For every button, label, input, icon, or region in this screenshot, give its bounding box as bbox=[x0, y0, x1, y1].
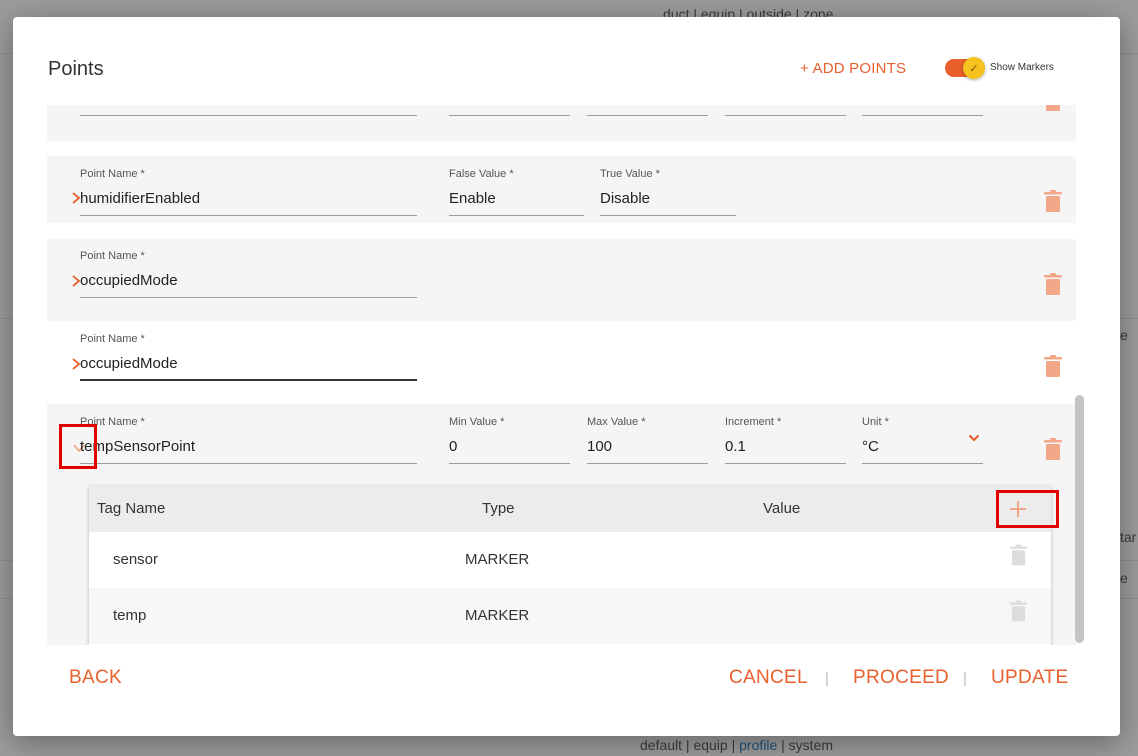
field-label: Point Name * bbox=[80, 250, 145, 262]
back-button[interactable]: BACK bbox=[69, 667, 122, 689]
column-header-type: Type bbox=[482, 500, 515, 517]
column-header-tag-name: Tag Name bbox=[97, 500, 166, 517]
bg-text-part: | system bbox=[777, 737, 834, 753]
show-markers-label: Show Markers bbox=[990, 62, 1054, 73]
bg-fragment: tar bbox=[1120, 529, 1137, 545]
trash-icon[interactable] bbox=[1044, 105, 1062, 113]
field-label: Point Name * bbox=[80, 168, 145, 180]
separator: | bbox=[963, 670, 967, 687]
field-label: Max Value * bbox=[587, 416, 646, 428]
point-name-field[interactable] bbox=[80, 105, 417, 116]
max-value-field[interactable]: Max Value * 100 bbox=[587, 416, 708, 464]
field-value: occupiedMode bbox=[80, 355, 178, 372]
point-name-field[interactable]: Point Name * occupiedMode bbox=[80, 333, 417, 381]
value-field[interactable] bbox=[725, 105, 846, 116]
tag-type-cell: MARKER bbox=[465, 551, 530, 568]
false-value-field[interactable]: False Value * Enable bbox=[449, 168, 584, 216]
bg-fragment: e bbox=[1120, 327, 1128, 343]
tag-table-header: Tag Name Type Value bbox=[89, 486, 1051, 532]
field-value: °C bbox=[862, 438, 879, 455]
update-button[interactable]: UPDATE bbox=[991, 667, 1068, 689]
point-name-field[interactable]: Point Name * humidifierEnabled bbox=[80, 168, 417, 216]
field-value: tempSensorPoint bbox=[80, 438, 196, 455]
trash-icon[interactable] bbox=[1044, 355, 1062, 377]
separator: | bbox=[825, 670, 829, 687]
field-value: 0 bbox=[449, 438, 458, 455]
increment-field[interactable]: Increment * 0.1 bbox=[725, 416, 846, 464]
field-value: Disable bbox=[600, 190, 651, 207]
value-field[interactable] bbox=[587, 105, 708, 116]
add-points-button[interactable]: + ADD POINTS bbox=[800, 60, 906, 77]
point-row-partial bbox=[47, 105, 1076, 141]
column-header-value: Value bbox=[763, 500, 801, 517]
cancel-button[interactable]: CANCEL bbox=[729, 667, 808, 689]
field-value: humidifierEnabled bbox=[80, 190, 201, 207]
min-value-field[interactable]: Min Value * 0 bbox=[449, 416, 570, 464]
point-name-field[interactable]: Point Name * tempSensorPoint bbox=[80, 416, 417, 464]
field-value: occupiedMode bbox=[80, 272, 178, 289]
tag-name-cell: sensor bbox=[113, 551, 159, 568]
trash-icon[interactable] bbox=[1010, 600, 1027, 622]
bg-profile-link[interactable]: profile bbox=[739, 737, 777, 753]
table-row: sensor MARKER bbox=[89, 532, 1051, 588]
tag-table: Tag Name Type Value sensor MARKER temp M… bbox=[89, 486, 1051, 645]
field-label: Increment * bbox=[725, 416, 782, 428]
field-value: Enable bbox=[449, 190, 496, 207]
check-icon: ✓ bbox=[963, 57, 985, 79]
point-row: Point Name * humidifierEnabled False Val… bbox=[47, 156, 1076, 223]
show-markers-toggle[interactable]: ✓ bbox=[945, 57, 985, 79]
bg-text-part: default | equip | bbox=[640, 737, 740, 753]
field-label: Point Name * bbox=[80, 333, 145, 345]
tag-name-cell: temp bbox=[113, 607, 147, 624]
bg-tags-bottom: default | equip | profile | system bbox=[640, 737, 833, 753]
field-value: 100 bbox=[587, 438, 613, 455]
field-label: False Value * bbox=[449, 168, 514, 180]
field-value: 0.1 bbox=[725, 438, 746, 455]
highlight-box bbox=[59, 424, 97, 469]
dropdown-arrow-icon[interactable] bbox=[968, 434, 980, 442]
trash-icon[interactable] bbox=[1044, 190, 1062, 212]
scrollbar[interactable] bbox=[1075, 395, 1084, 643]
points-modal: Points + ADD POINTS ✓ Show Markers Point… bbox=[13, 17, 1120, 736]
unit-select[interactable]: Unit * °C bbox=[862, 416, 983, 464]
bg-fragment: e bbox=[1120, 570, 1128, 586]
field-label: Min Value * bbox=[449, 416, 505, 428]
field-label: True Value * bbox=[600, 168, 660, 180]
point-name-field[interactable]: Point Name * occupiedMode bbox=[80, 250, 417, 298]
highlight-box bbox=[996, 490, 1059, 528]
tag-type-cell: MARKER bbox=[465, 607, 530, 624]
field-label: Unit * bbox=[862, 416, 889, 428]
point-row: Point Name * occupiedMode bbox=[47, 322, 1076, 404]
table-row: temp MARKER bbox=[89, 588, 1051, 644]
trash-icon[interactable] bbox=[1010, 544, 1027, 566]
modal-title: Points bbox=[48, 58, 104, 80]
points-list[interactable]: Point Name * humidifierEnabled False Val… bbox=[47, 105, 1086, 645]
value-field[interactable] bbox=[449, 105, 570, 116]
trash-icon[interactable] bbox=[1044, 273, 1062, 295]
trash-icon[interactable] bbox=[1044, 438, 1062, 460]
proceed-button[interactable]: PROCEED bbox=[853, 667, 949, 689]
point-row: Point Name * occupiedMode bbox=[47, 239, 1076, 321]
value-field[interactable] bbox=[862, 105, 983, 116]
true-value-field[interactable]: True Value * Disable bbox=[600, 168, 736, 216]
